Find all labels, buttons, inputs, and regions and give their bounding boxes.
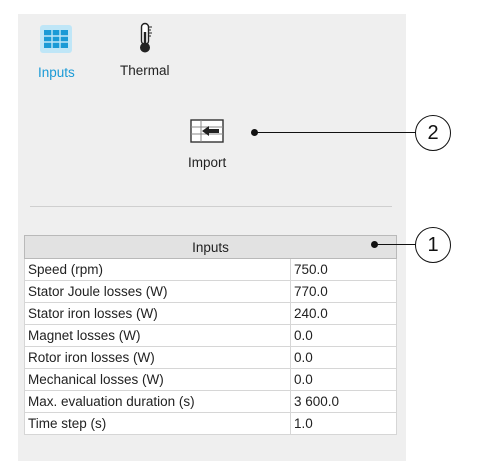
row-value[interactable]: 0.0 [290, 346, 397, 369]
row-label: Stator iron losses (W) [24, 302, 291, 325]
callout-1-marker: 1 [415, 227, 451, 263]
row-label: Rotor iron losses (W) [24, 346, 291, 369]
table-row[interactable]: Rotor iron losses (W) 0.0 [24, 346, 397, 369]
callout-2-marker: 2 [415, 115, 451, 151]
table-row[interactable]: Max. evaluation duration (s) 3 600.0 [24, 390, 397, 413]
row-label: Mechanical losses (W) [24, 368, 291, 391]
callout-2-number: 2 [427, 121, 439, 144]
callout-2-line [255, 132, 416, 134]
thermal-tool-button[interactable]: Thermal [120, 22, 170, 78]
thermal-tool-label: Thermal [120, 63, 170, 78]
row-label: Max. evaluation duration (s) [24, 390, 291, 413]
table-header-row: Inputs [24, 235, 397, 259]
table-row[interactable]: Magnet losses (W) 0.0 [24, 324, 397, 347]
callout-1-line [375, 244, 416, 246]
inputs-tool-button[interactable]: Inputs [38, 24, 75, 80]
table-row[interactable]: Speed (rpm) 750.0 [24, 258, 397, 281]
table-row[interactable]: Stator Joule losses (W) 770.0 [24, 280, 397, 303]
table-row[interactable]: Stator iron losses (W) 240.0 [24, 302, 397, 325]
row-label: Speed (rpm) [24, 258, 291, 281]
table-header: Inputs [24, 235, 397, 259]
row-value[interactable]: 770.0 [290, 280, 397, 303]
row-label: Magnet losses (W) [24, 324, 291, 347]
row-value[interactable]: 750.0 [290, 258, 397, 281]
row-label: Time step (s) [24, 412, 291, 435]
row-value[interactable]: 3 600.0 [290, 390, 397, 413]
divider [30, 206, 392, 207]
import-label: Import [188, 155, 227, 170]
row-value[interactable]: 240.0 [290, 302, 397, 325]
import-icon [189, 118, 225, 147]
row-value[interactable]: 1.0 [290, 412, 397, 435]
inputs-table: Inputs Speed (rpm) 750.0 Stator Joule lo… [24, 235, 397, 435]
table-grid-icon [39, 24, 73, 57]
table-row[interactable]: Time step (s) 1.0 [24, 412, 397, 435]
thermometer-icon [135, 22, 155, 57]
callout-1-number: 1 [427, 233, 439, 256]
inputs-tool-label: Inputs [38, 65, 75, 80]
row-value[interactable]: 0.0 [290, 368, 397, 391]
row-value[interactable]: 0.0 [290, 324, 397, 347]
import-button[interactable]: Import [188, 118, 226, 170]
table-row[interactable]: Mechanical losses (W) 0.0 [24, 368, 397, 391]
row-label: Stator Joule losses (W) [24, 280, 291, 303]
